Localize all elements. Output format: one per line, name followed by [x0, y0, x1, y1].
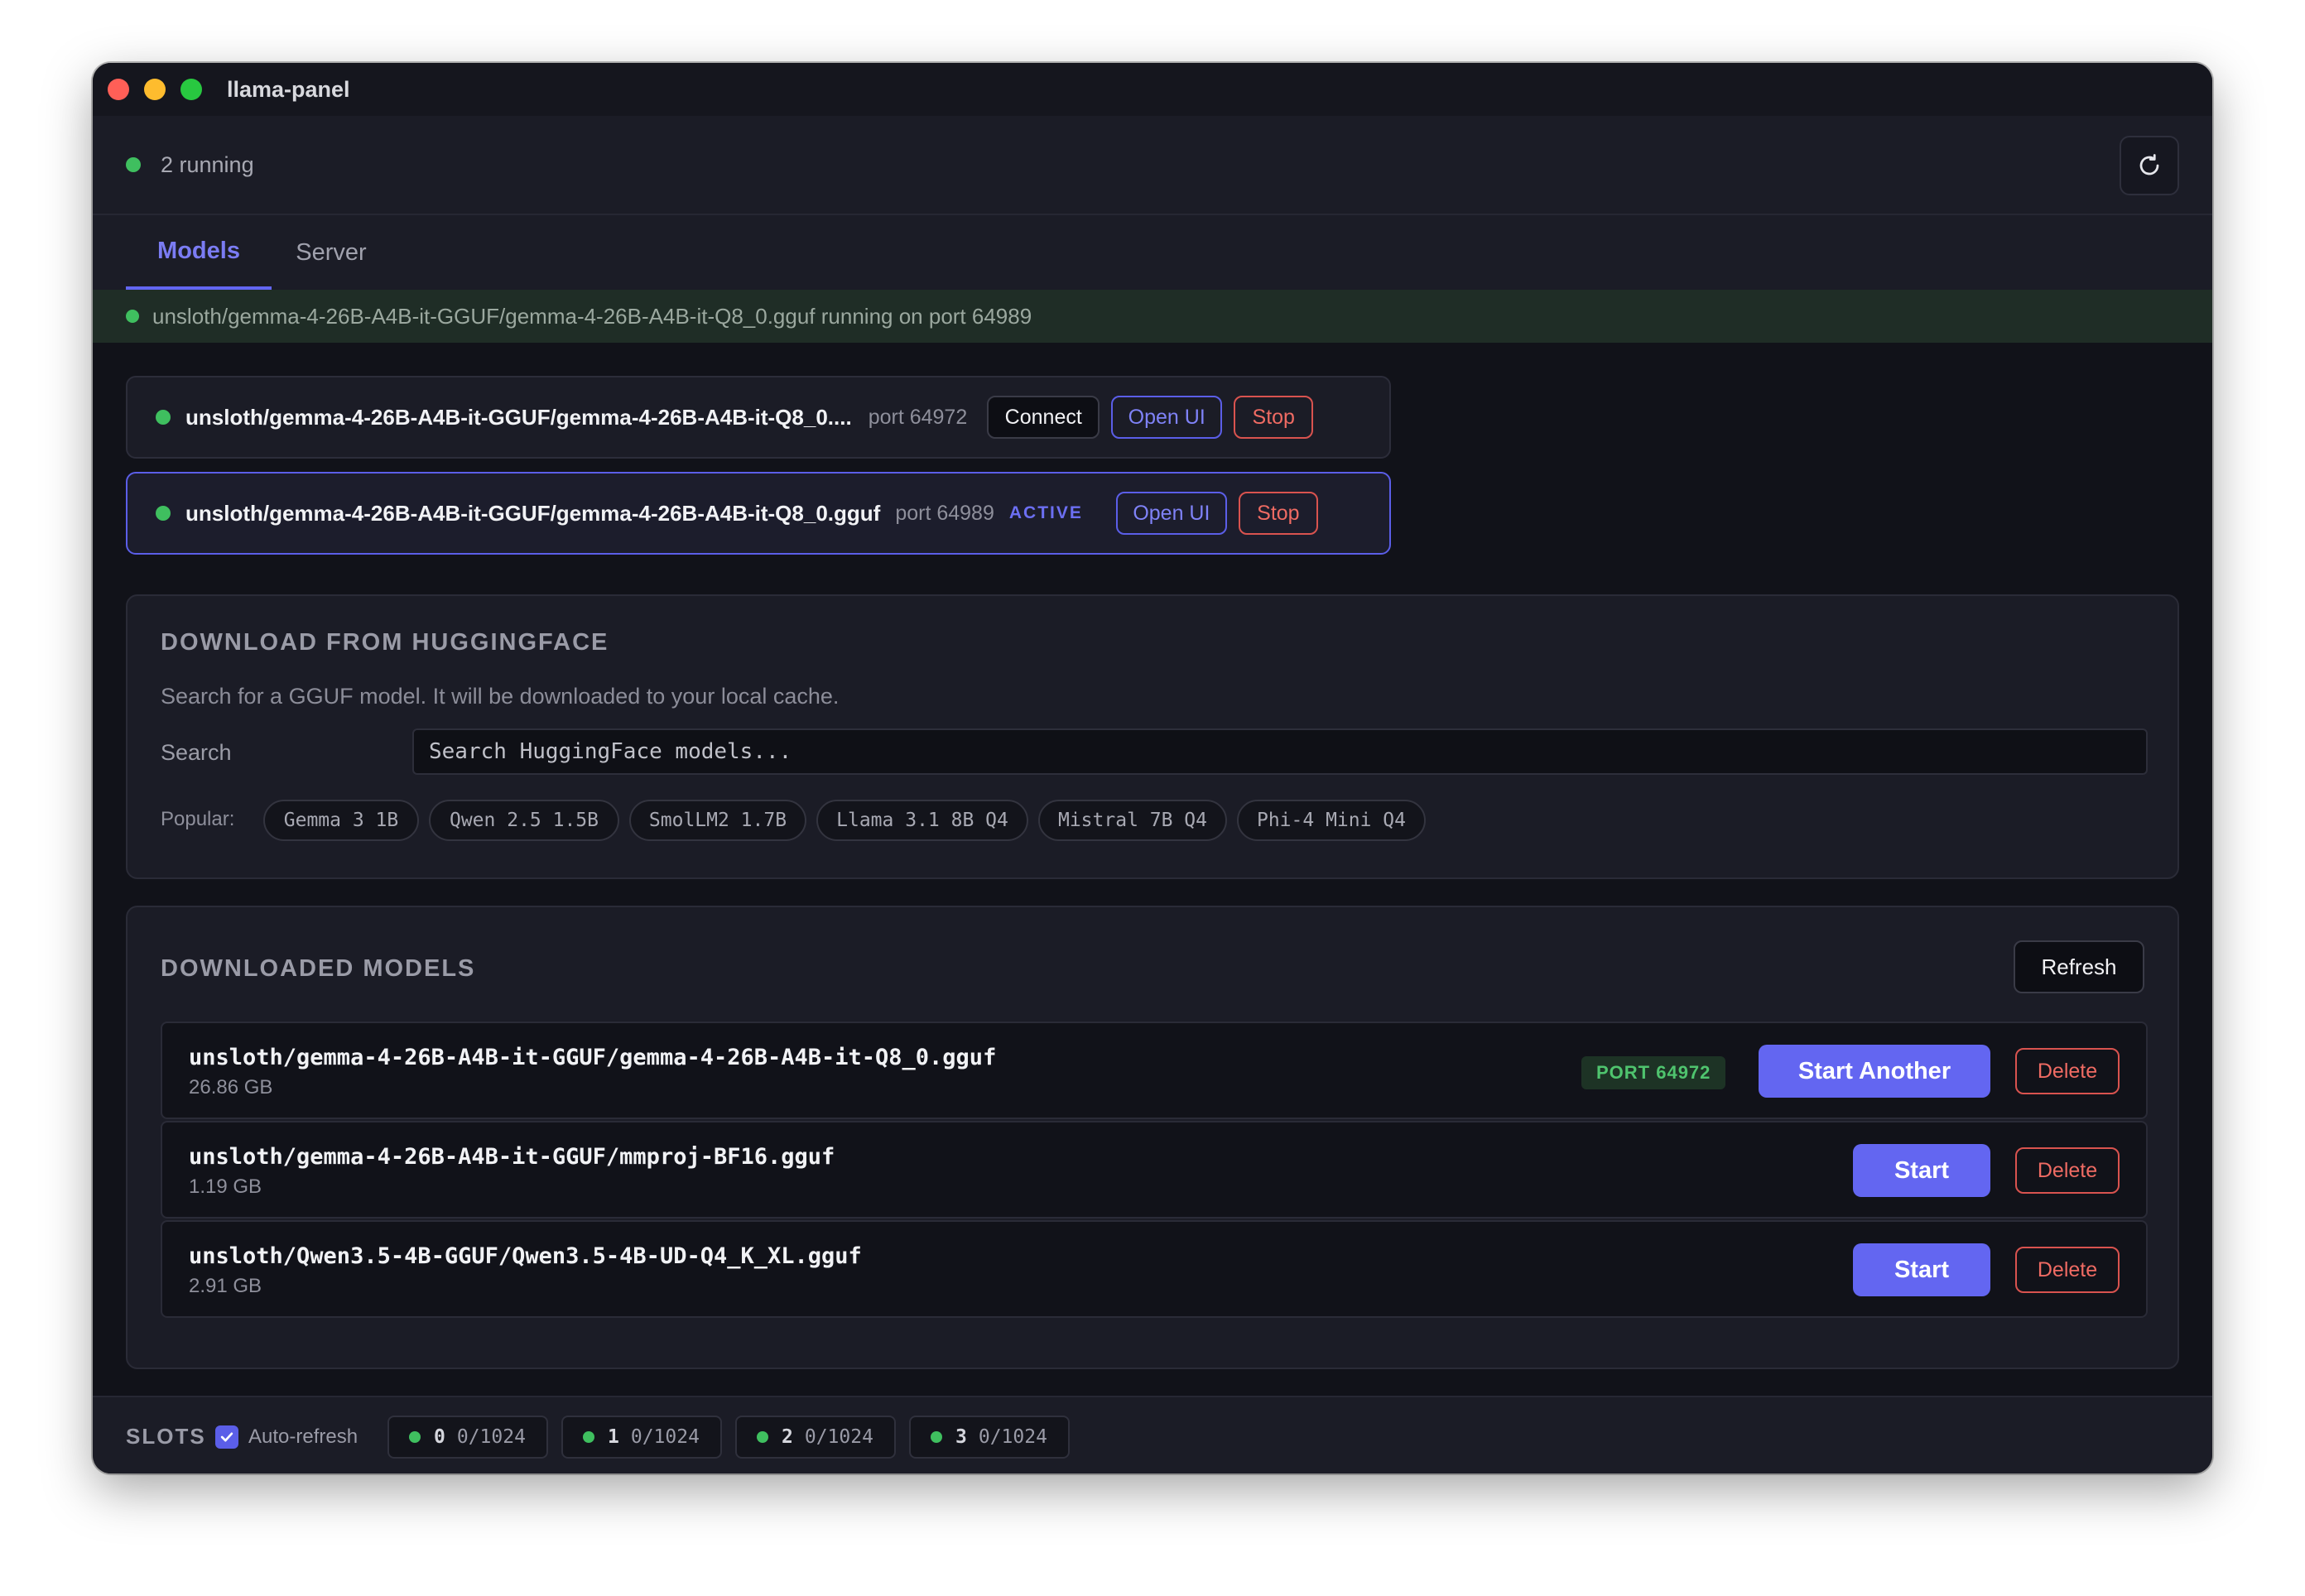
status-dot-icon — [156, 506, 171, 521]
zoom-window-button[interactable] — [180, 79, 202, 100]
server-port: port 64989 — [895, 501, 994, 525]
slots-label: SLOTS — [126, 1424, 206, 1449]
popular-chip-gemma[interactable]: Gemma 3 1B — [263, 800, 419, 841]
model-size: 26.86 GB — [189, 1076, 273, 1098]
model-name: unsloth/gemma-4-26B-A4B-it-GGUF/mmproj-B… — [189, 1144, 835, 1170]
stop-button[interactable]: Stop — [1238, 492, 1318, 535]
download-title: DOWNLOAD FROM HUGGINGFACE — [161, 629, 609, 656]
model-name: unsloth/gemma-4-26B-A4B-it-GGUF/gemma-4-… — [189, 1045, 997, 1070]
start-another-button[interactable]: Start Another — [1759, 1045, 1990, 1098]
model-row: unsloth/gemma-4-26B-A4B-it-GGUF/mmproj-B… — [161, 1121, 2148, 1219]
model-size: 2.91 GB — [189, 1275, 262, 1297]
auto-refresh-checkbox[interactable] — [215, 1425, 238, 1449]
connect-button[interactable]: Connect — [987, 396, 1100, 439]
model-row: unsloth/Qwen3.5-4B-GGUF/Qwen3.5-4B-UD-Q4… — [161, 1220, 2148, 1318]
slot-id: 1 — [608, 1426, 619, 1448]
downloaded-panel: DOWNLOADED MODELS Refresh unsloth/gemma-… — [126, 906, 2179, 1369]
status-bar: 2 running — [93, 116, 2212, 215]
popular-chip-phi[interactable]: Phi-4 Mini Q4 — [1237, 800, 1426, 841]
slots-bar: SLOTS Auto-refresh 0 0/1024 1 0/1024 2 0… — [93, 1396, 2212, 1473]
tab-bar: Models Server — [93, 215, 2212, 290]
search-label: Search — [161, 740, 232, 765]
downloaded-title: DOWNLOADED MODELS — [161, 955, 476, 982]
refresh-icon — [2139, 154, 2159, 175]
model-name: unsloth/Qwen3.5-4B-GGUF/Qwen3.5-4B-UD-Q4… — [189, 1243, 862, 1269]
minimize-window-button[interactable] — [144, 79, 166, 100]
title-bar: llama-panel — [93, 63, 2212, 116]
slot-id: 0 — [434, 1426, 445, 1448]
slot-id: 2 — [782, 1426, 793, 1448]
slot-chip: 3 0/1024 — [909, 1416, 1070, 1459]
popular-chip-qwen[interactable]: Qwen 2.5 1.5B — [429, 800, 619, 841]
download-description: Search for a GGUF model. It will be down… — [161, 684, 840, 709]
delete-button[interactable]: Delete — [2015, 1048, 2120, 1094]
status-dot-icon — [409, 1431, 421, 1443]
status-dot-icon — [126, 157, 141, 172]
slot-value: 0/1024 — [630, 1426, 700, 1448]
status-dot-icon — [931, 1431, 942, 1443]
start-button[interactable]: Start — [1853, 1243, 1990, 1296]
active-badge: ACTIVE — [1008, 503, 1083, 522]
slot-chip: 1 0/1024 — [561, 1416, 722, 1459]
banner-text: unsloth/gemma-4-26B-A4B-it-GGUF/gemma-4-… — [152, 303, 1032, 329]
popular-label: Popular: — [161, 808, 235, 830]
status-dot-icon — [757, 1431, 768, 1443]
refresh-button[interactable]: Refresh — [2014, 940, 2144, 993]
slot-value: 0/1024 — [804, 1426, 873, 1448]
port-badge: PORT 64972 — [1581, 1056, 1726, 1089]
running-count: 2 running — [161, 151, 254, 177]
tab-models[interactable]: Models — [126, 215, 272, 290]
status-dot-icon — [583, 1431, 594, 1443]
server-name: unsloth/gemma-4-26B-A4B-it-GGUF/gemma-4-… — [185, 500, 881, 526]
slot-chip: 0 0/1024 — [387, 1416, 548, 1459]
server-port: port 64972 — [868, 405, 968, 429]
search-input[interactable] — [412, 728, 2148, 775]
window-controls — [108, 79, 202, 100]
start-button[interactable]: Start — [1853, 1144, 1990, 1197]
app-window: llama-panel 2 running Models Server unsl… — [93, 63, 2212, 1473]
delete-button[interactable]: Delete — [2015, 1247, 2120, 1293]
model-row: unsloth/gemma-4-26B-A4B-it-GGUF/gemma-4-… — [161, 1022, 2148, 1119]
auto-refresh-label: Auto-refresh — [248, 1425, 359, 1448]
slot-value: 0/1024 — [456, 1426, 526, 1448]
status-dot-icon — [156, 410, 171, 425]
close-window-button[interactable] — [108, 79, 129, 100]
checkmark-icon — [220, 1432, 233, 1442]
app-title: llama-panel — [227, 76, 350, 102]
reload-button[interactable] — [2120, 136, 2179, 195]
slot-id: 3 — [955, 1426, 967, 1448]
download-panel: DOWNLOAD FROM HUGGINGFACE Search for a G… — [126, 594, 2179, 879]
server-card: unsloth/gemma-4-26B-A4B-it-GGUF/gemma-4-… — [126, 376, 1391, 459]
slot-value: 0/1024 — [978, 1426, 1047, 1448]
popular-chip-llama[interactable]: Llama 3.1 8B Q4 — [816, 800, 1028, 841]
slot-chip: 2 0/1024 — [735, 1416, 896, 1459]
server-card-active: unsloth/gemma-4-26B-A4B-it-GGUF/gemma-4-… — [126, 472, 1391, 555]
open-ui-button[interactable]: Open UI — [1115, 492, 1227, 535]
open-ui-button[interactable]: Open UI — [1111, 396, 1223, 439]
server-name: unsloth/gemma-4-26B-A4B-it-GGUF/gemma-4-… — [185, 404, 852, 430]
stop-button[interactable]: Stop — [1234, 396, 1314, 439]
running-banner: unsloth/gemma-4-26B-A4B-it-GGUF/gemma-4-… — [93, 290, 2212, 343]
model-size: 1.19 GB — [189, 1175, 262, 1198]
delete-button[interactable]: Delete — [2015, 1147, 2120, 1194]
tab-server[interactable]: Server — [272, 215, 391, 290]
popular-chip-smollm[interactable]: SmolLM2 1.7B — [629, 800, 806, 841]
popular-chip-mistral[interactable]: Mistral 7B Q4 — [1038, 800, 1227, 841]
status-dot-icon — [126, 310, 139, 323]
